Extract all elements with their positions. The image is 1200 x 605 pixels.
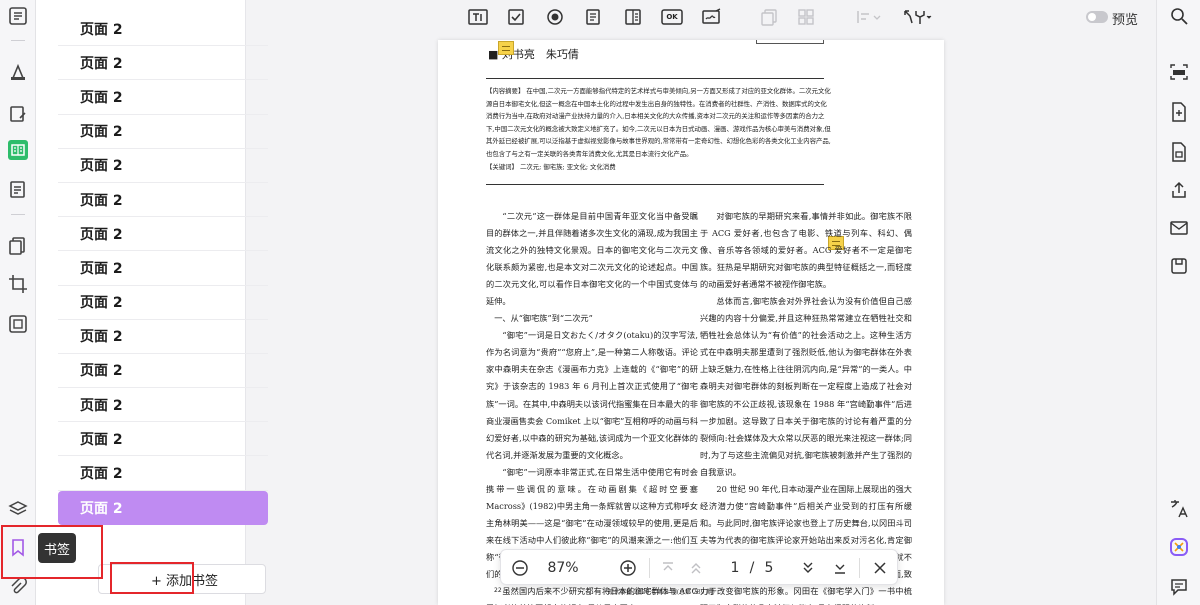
crop-icon[interactable] [6, 272, 30, 296]
text-column-left: “二次元”这一群体是目前中国青年亚文化当中备受瞩目的群体之一,并且伴随着诸多次生… [486, 208, 698, 605]
protect-icon[interactable] [1167, 140, 1191, 164]
align-dropdown-icon [854, 6, 882, 28]
bookmark-item[interactable]: 页面 2 [58, 320, 268, 354]
ai-assistant-icon[interactable] [1167, 535, 1191, 559]
zoom-bar: 87% 1 / 5 [500, 549, 898, 585]
bookmark-item[interactable]: 页面 2 [58, 490, 268, 525]
comment-icon[interactable] [6, 60, 30, 84]
search-icon[interactable] [1167, 4, 1191, 28]
edit-pdf-icon[interactable] [6, 102, 30, 126]
paragraph: 对御宅族的早期研究来看,事情并非如此。御宅族不限于 ACG 爱好者,也包含了电影… [700, 211, 912, 290]
bookmark-item[interactable]: 页面 2 [58, 149, 268, 183]
bookmark-item[interactable]: 页面 2 [58, 115, 268, 149]
right-icon-rail [1156, 0, 1200, 605]
zoom-in-button[interactable] [617, 557, 639, 579]
bookmark-item[interactable]: 页面 2 [58, 217, 268, 252]
ocr-icon[interactable] [1167, 60, 1191, 84]
close-zoom-bar-button[interactable] [869, 557, 891, 579]
text-field-icon[interactable] [467, 6, 489, 28]
previous-page-button [685, 557, 707, 579]
document-page: ■ 刘书亮 朱巧倩 【内容摘要】 在中国,二次元一方面能够指代特定的艺术样式与审… [438, 40, 944, 605]
sign-icon[interactable] [6, 178, 30, 202]
abstract: 【内容摘要】 在中国,二次元一方面能够指代特定的艺术样式与审美倾向,另一方面又形… [486, 85, 832, 173]
layers-icon[interactable] [6, 497, 30, 521]
bookmark-item[interactable]: 页面 2 [58, 456, 268, 491]
organize-pages-icon[interactable] [6, 234, 30, 258]
text-column-right: 对御宅族的早期研究来看,事情并非如此。御宅族不限于 ACG 爱好者,也包含了电影… [700, 208, 912, 605]
translate-icon[interactable] [1167, 497, 1191, 521]
left-icon-rail [0, 0, 36, 605]
first-page-button [657, 557, 679, 579]
page-top-box [756, 40, 824, 44]
ok-label: OK [666, 13, 678, 21]
paragraph: 总体而言,御宅族会对外界社会认为没有价值但自己感兴趣的内容十分偏爱,并且这种狂热… [700, 296, 912, 477]
form-icon[interactable] [6, 138, 30, 162]
ok-button-icon[interactable]: OK [660, 6, 684, 28]
list-box-icon[interactable] [622, 6, 644, 28]
form-tools-dropdown-icon[interactable] [902, 6, 932, 28]
keywords: 【关键词】 二次元; 御宅族; 亚文化; 文化消费 [486, 162, 616, 171]
convert-icon[interactable] [1167, 100, 1191, 124]
zoom-separator [859, 558, 860, 578]
email-icon[interactable] [1167, 216, 1191, 240]
bookmark-item[interactable]: 页面 2 [58, 183, 268, 218]
zoom-out-button[interactable] [509, 557, 531, 579]
preview-toggle[interactable] [1086, 11, 1108, 23]
abstract-bottom-rule [486, 184, 824, 185]
save-icon[interactable] [1167, 254, 1191, 278]
abstract-top-rule [486, 78, 824, 79]
comment-note-icon[interactable] [498, 41, 514, 55]
last-page-button[interactable] [829, 557, 851, 579]
bookmark-item[interactable]: 页面 2 [58, 80, 268, 115]
total-pages: 5 [764, 560, 774, 576]
bookmark-item[interactable]: 页面 2 [58, 12, 268, 47]
reader-icon[interactable] [6, 4, 30, 28]
combo-box-icon[interactable] [583, 6, 605, 28]
add-bookmark-button[interactable]: + 添加书签 [98, 564, 266, 594]
signature-field-icon[interactable] [701, 6, 723, 28]
paragraph: 一、从“御宅族”到“二次元” [494, 313, 593, 324]
bookmark-icon[interactable] [6, 536, 30, 560]
recognize-form-icon [795, 6, 817, 28]
duplicate-fields-icon [758, 6, 780, 28]
next-page-button[interactable] [797, 557, 819, 579]
page-number: 22 [494, 587, 502, 594]
bookmark-item[interactable]: 页面 2 [58, 388, 268, 423]
zoom-level[interactable]: 87% [541, 557, 585, 579]
bookmark-item[interactable]: 页面 2 [58, 251, 268, 286]
share-icon[interactable] [1167, 178, 1191, 202]
bookmark-list: 页面 2 页面 2 页面 2 页面 2 页面 2 页面 2 页面 2 页面 2 页面 2 页面 2… [58, 12, 268, 525]
page-footer: 现代传播 2020 年第 8 期(总第 289 期) [608, 589, 715, 596]
paragraph: 20 世纪 90 年代,日本动漫产业在国际上展现出的强大经济潜力使“宫崎勤事件”… [700, 483, 912, 605]
zoom-separator [649, 558, 650, 578]
current-page-input[interactable]: 1 [725, 557, 745, 579]
abstract-text: 【内容摘要】 在中国,二次元一方面能够指代特定的艺术样式与审美倾向,另一方面又形… [486, 87, 831, 158]
radio-button-icon[interactable] [544, 6, 566, 28]
checkbox-icon[interactable] [505, 6, 527, 28]
attachment-icon[interactable] [6, 575, 30, 599]
page-separator: / [749, 560, 755, 576]
preview-label: 预览 [1112, 13, 1139, 28]
bookmark-item[interactable]: 页面 2 [58, 286, 268, 320]
paragraph: “二次元”这一群体是目前中国青年亚文化当中备受瞩目的群体之一,并且伴随着诸多次生… [486, 211, 698, 307]
bookmark-item[interactable]: 页面 2 [58, 354, 268, 389]
bookmark-item[interactable]: 页面 2 [58, 422, 268, 457]
bookmark-tooltip: 书签 [38, 533, 76, 563]
paragraph: “御宅”一词是日文おたく/オタク(otaku)的汉字写法,作为名词意为“贵府”“… [486, 330, 699, 460]
bookmark-item[interactable]: 页面 2 [58, 46, 268, 81]
bookmark-panel: 页面 2 页面 2 页面 2 页面 2 页面 2 页面 2 页面 2 页面 2 页面 2 页面 2… [36, 0, 268, 605]
chat-icon[interactable] [1167, 575, 1191, 599]
top-toolbar: OK [246, 0, 1156, 34]
tools-icon[interactable] [6, 312, 30, 336]
